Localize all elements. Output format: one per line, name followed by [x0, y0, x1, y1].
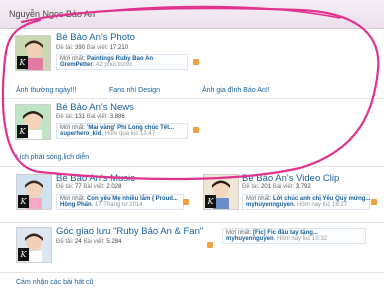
k-logo-icon: K — [18, 195, 29, 208]
forum-stats: Đề tài: 390 Bài viết: 17.210 — [56, 45, 129, 51]
latest-post-user[interactable]: myhuyennguyen — [246, 202, 294, 208]
rss-icon[interactable] — [193, 127, 199, 133]
rss-icon[interactable] — [207, 242, 213, 248]
latest-post-box: Mới nhất: Lời chúc anh chị Yêu Quý mừng.… — [242, 194, 370, 210]
forum-thumbnail[interactable]: K — [15, 104, 51, 140]
forum-thumbnail[interactable]: K — [16, 174, 52, 210]
forum-category-header: Nguyễn Ngọc Bảo An — [0, 0, 384, 29]
rss-icon[interactable] — [371, 199, 377, 205]
latest-post-box: Mới nhất: Paintings Ruby Bao An GremPett… — [56, 54, 188, 70]
k-logo-icon: K — [17, 56, 28, 69]
forum-name[interactable]: Bé Bảo An's Video Clip — [242, 173, 339, 184]
forum-name[interactable]: Bé Bảo An's News — [56, 102, 134, 113]
divider — [0, 166, 384, 167]
forum-stats: Đề tài: 201 Bài viết: 3.792 — [242, 184, 311, 190]
bottom-forum-link[interactable]: Cảm nhận các bài hát cũ — [16, 279, 93, 286]
latest-post-box: Mới nhất: 'Mai vàng' Phi Long chúc Tết..… — [56, 123, 188, 139]
k-logo-icon: K — [18, 248, 29, 261]
forum-music: K Bé Bảo An's Music Đề tài: 77 Bài viết:… — [0, 168, 192, 218]
rss-icon[interactable] — [183, 199, 189, 205]
latest-post-user[interactable]: GremPetter — [60, 62, 93, 68]
forum-news: K Bé Bảo An's News Đề tài: 131 Bài viết:… — [0, 99, 384, 154]
latest-post-user[interactable]: Hồng Phấn — [60, 202, 92, 208]
forum-name[interactable]: Góc giao lưu "Ruby Bảo An & Fan" — [56, 226, 203, 237]
rss-icon[interactable] — [193, 59, 199, 65]
forum-stats: Đề tài: 131 Bài viết: 3.886 — [56, 114, 125, 120]
latest-post-box: Mới nhất: [Fic] Fic đầu tay tặng... myhu… — [222, 228, 366, 244]
forum-name[interactable]: Bé Bảo An's Photo — [56, 32, 135, 43]
subforum-link-daily-photos[interactable]: Ảnh thường ngày!!! — [16, 87, 76, 94]
k-logo-icon: K — [205, 195, 216, 208]
forum-name[interactable]: Bé Bảo An's Music — [56, 173, 135, 184]
forum-thumbnail[interactable]: K — [203, 174, 239, 210]
k-logo-icon: K — [17, 125, 28, 138]
latest-post-box: Mới nhất: Con yêu Mẹ nhiều lắm ( Proud..… — [56, 194, 184, 210]
forum-thumbnail[interactable]: K — [15, 35, 51, 71]
forum-video-clip: K Bé Bảo An's Video Clip Đề tài: 201 Bài… — [192, 168, 384, 218]
latest-post-user[interactable]: myhuyennguyen — [226, 236, 274, 242]
category-title[interactable]: Nguyễn Ngọc Bảo An — [9, 9, 95, 19]
forum-photo: K Bé Bảo An's Photo Đề tài: 390 Bài viết… — [0, 28, 384, 88]
forum-stats: Đề tài: 24 Bài viết: 5.284 — [56, 239, 122, 245]
forum-fan-corner: K Góc giao lưu "Ruby Bảo An & Fan" Đề tà… — [0, 223, 384, 268]
forum-stats: Đề tài: 77 Bài viết: 2.028 — [56, 184, 122, 190]
latest-post-user[interactable]: superhero_kid — [60, 131, 101, 137]
subforum-link-family-photos[interactable]: Ảnh gia đình Bảo An!! — [202, 87, 270, 94]
subforum-link-schedule[interactable]: Lịch phát sóng,lịch diễn — [16, 154, 89, 161]
forum-thumbnail[interactable]: K — [16, 227, 52, 263]
subforum-link-fans-design[interactable]: Fans nhí Design — [109, 87, 160, 94]
divider — [0, 272, 384, 273]
